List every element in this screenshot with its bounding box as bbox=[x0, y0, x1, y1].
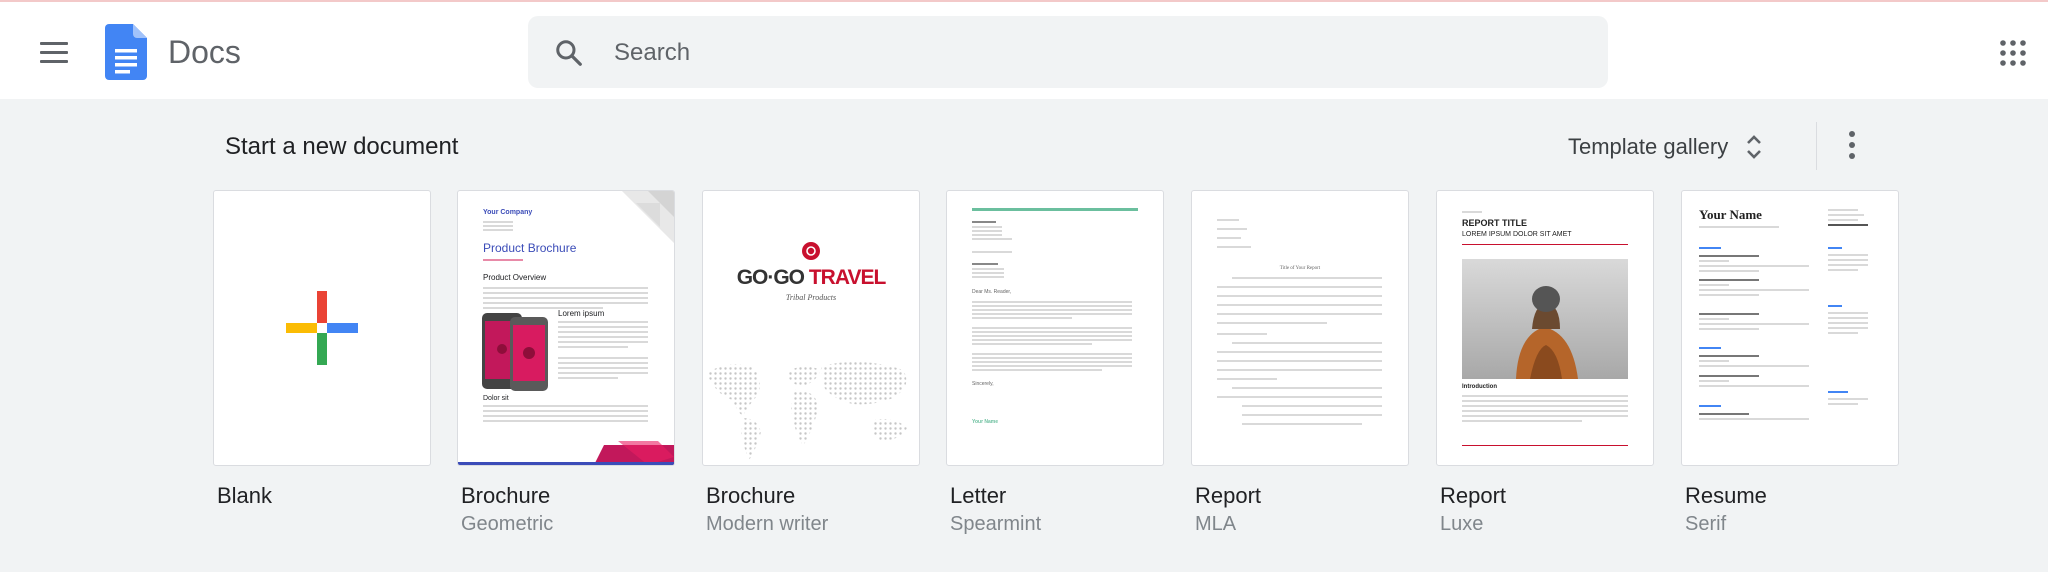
template-subtitle: Modern writer bbox=[706, 513, 829, 535]
template-gallery-button[interactable]: Template gallery bbox=[1568, 124, 1786, 170]
brochure-dolor-heading: Dolor sit bbox=[483, 395, 509, 402]
luxe-photo bbox=[1462, 259, 1628, 379]
template-name: Letter bbox=[950, 483, 1007, 508]
menu-icon-bar bbox=[40, 50, 68, 54]
geometric-footer-graphic bbox=[458, 441, 674, 465]
more-dot bbox=[1849, 142, 1855, 148]
template-name: Resume bbox=[1685, 483, 1767, 508]
template-thumbnail[interactable]: Your Company Product Brochure Product Ov… bbox=[457, 190, 675, 466]
search-icon[interactable] bbox=[554, 38, 584, 68]
unfold-more-icon bbox=[1747, 135, 1762, 159]
more-dot bbox=[1849, 153, 1855, 159]
template-name: Report bbox=[1195, 483, 1262, 508]
template-brochure-geometric[interactable]: Your Company Product Brochure Product Ov… bbox=[457, 190, 675, 538]
more-dot bbox=[1849, 131, 1855, 137]
brochure-lorem-heading: Lorem ipsum bbox=[558, 309, 605, 318]
travel-logo-icon bbox=[802, 242, 820, 260]
template-blank[interactable]: Blank bbox=[213, 190, 431, 510]
header-divider bbox=[1816, 122, 1817, 170]
luxe-subtitle: LOREM IPSUM DOLOR SIT AMET bbox=[1462, 231, 1572, 238]
plus-icon bbox=[286, 291, 358, 365]
app-title[interactable]: Docs bbox=[168, 32, 241, 72]
luxe-title: REPORT TITLE bbox=[1462, 218, 1527, 228]
search-input[interactable] bbox=[612, 32, 1576, 74]
luxe-rule bbox=[1462, 244, 1628, 245]
template-thumbnail[interactable]: Your Name bbox=[1681, 190, 1899, 466]
apps-grid-icon[interactable] bbox=[2000, 40, 2026, 66]
template-brochure-modern-writer[interactable]: GO·GO TRAVEL Tribal Products Brochure Mo… bbox=[702, 190, 920, 538]
template-subtitle: Geometric bbox=[461, 513, 554, 535]
brand-name-part-b: TRAVEL bbox=[808, 266, 886, 289]
docs-logo-icon[interactable] bbox=[105, 24, 147, 80]
menu-icon bbox=[40, 41, 68, 45]
menu-icon-bar bbox=[40, 59, 68, 63]
brochure-overview: Product Overview bbox=[483, 273, 547, 282]
luxe-intro: Introduction bbox=[1462, 384, 1497, 390]
phone-illustration bbox=[482, 313, 548, 391]
template-thumbnail[interactable]: Title of Your Report bbox=[1191, 190, 1409, 466]
resume-name: Your Name bbox=[1699, 207, 1762, 222]
template-subtitle: MLA bbox=[1195, 513, 1237, 535]
template-subtitle: Serif bbox=[1685, 513, 1727, 535]
template-thumbnail[interactable]: REPORT TITLE LOREM IPSUM DOLOR SIT AMET … bbox=[1436, 190, 1654, 466]
section-title: Start a new document bbox=[225, 133, 459, 160]
brochure-title: Product Brochure bbox=[483, 241, 577, 255]
brochure-company: Your Company bbox=[483, 209, 533, 216]
brand-tagline: Tribal Products bbox=[785, 293, 837, 302]
world-map-graphic bbox=[707, 361, 907, 460]
app-header: Docs bbox=[0, 2, 2048, 99]
spearmint-rule bbox=[972, 208, 1138, 211]
more-vert-icon[interactable] bbox=[1838, 124, 1866, 166]
template-letter-spearmint[interactable]: Dear Ms. Reader, Sincerely, Your Name Le… bbox=[946, 190, 1164, 538]
template-subtitle: Spearmint bbox=[950, 513, 1042, 535]
template-report-luxe[interactable]: REPORT TITLE LOREM IPSUM DOLOR SIT AMET … bbox=[1436, 190, 1654, 538]
template-name: Brochure bbox=[461, 483, 551, 508]
search-bar[interactable] bbox=[528, 16, 1608, 88]
main-menu-button[interactable] bbox=[30, 32, 78, 72]
template-name: Brochure bbox=[706, 483, 796, 508]
brand-name: GO·GO TRAVEL bbox=[703, 266, 919, 290]
mla-title: Title of Your Report bbox=[1279, 266, 1321, 271]
luxe-footer-rule bbox=[1462, 445, 1628, 446]
template-thumbnail[interactable] bbox=[213, 190, 431, 466]
template-thumbnail[interactable]: GO·GO TRAVEL Tribal Products bbox=[702, 190, 920, 466]
letter-greeting: Dear Ms. Reader, bbox=[972, 289, 1012, 295]
template-resume-serif[interactable]: Your Name Resume Serif bbox=[1681, 190, 1899, 538]
template-report-mla[interactable]: Title of Your Report Report MLA bbox=[1191, 190, 1409, 538]
template-name: Report bbox=[1440, 483, 1507, 508]
template-gallery-label: Template gallery bbox=[1568, 134, 1729, 159]
geometric-corner-graphic bbox=[622, 191, 674, 243]
template-subtitle: Luxe bbox=[1440, 513, 1484, 535]
template-name: Blank bbox=[217, 483, 273, 508]
template-thumbnail[interactable]: Dear Ms. Reader, Sincerely, Your Name bbox=[946, 190, 1164, 466]
letter-signature: Your Name bbox=[972, 419, 999, 425]
brand-name-part-a: GO·GO bbox=[736, 266, 809, 289]
letter-signoff: Sincerely, bbox=[972, 381, 994, 387]
